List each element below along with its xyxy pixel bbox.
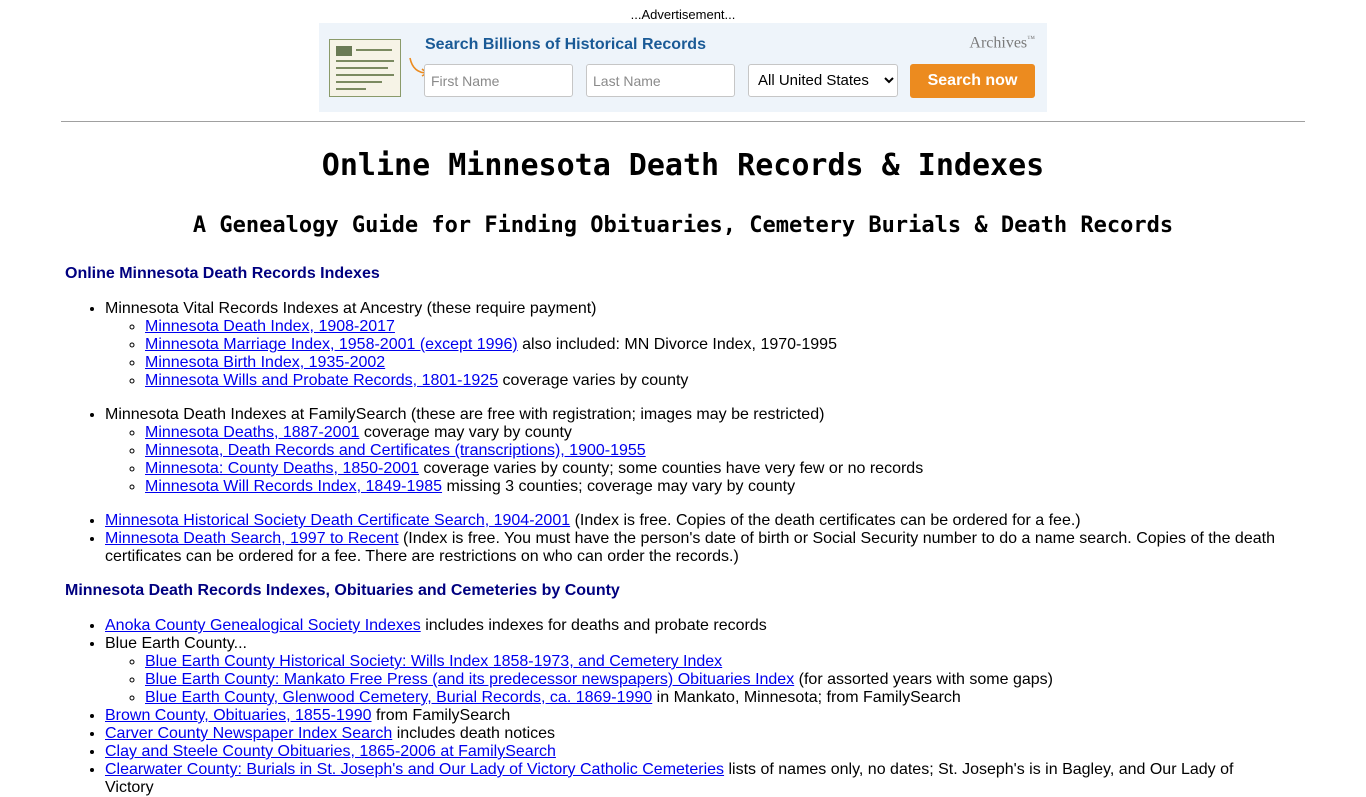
- item-note: (Index is free. Copies of the death cert…: [570, 512, 1081, 529]
- page-subtitle: A Genealogy Guide for Finding Obituaries…: [192, 213, 1174, 238]
- list-item: Minnesota: County Deaths, 1850-2001 cove…: [145, 460, 1285, 478]
- ancestry-description: Minnesota Vital Records Indexes at Ances…: [105, 300, 597, 317]
- list-item: Minnesota Death Index, 1908-2017: [145, 318, 1285, 336]
- item-note: in Mankato, Minnesota; from FamilySearch: [652, 689, 961, 706]
- section-heading-county: Minnesota Death Records Indexes, Obituar…: [65, 582, 620, 599]
- link-mhs-death-certificate[interactable]: Minnesota Historical Society Death Certi…: [105, 512, 570, 529]
- link-mn-birth-index[interactable]: Minnesota Birth Index, 1935-2002: [145, 354, 385, 371]
- list-item: Minnesota Historical Society Death Certi…: [105, 512, 1285, 530]
- item-note: missing 3 counties; coverage may vary by…: [442, 478, 796, 495]
- item-note: includes indexes for deaths and probate …: [420, 617, 767, 634]
- list-item: Brown County, Obituaries, 1855-1990 from…: [105, 707, 1285, 725]
- list-item: Minnesota Birth Index, 1935-2002: [145, 354, 1285, 372]
- link-clearwater-county[interactable]: Clearwater County: Burials in St. Joseph…: [105, 761, 724, 778]
- archives-logo[interactable]: Archives™: [969, 34, 1035, 52]
- statewide-familysearch-list: Minnesota Death Indexes at FamilySearch …: [65, 406, 1285, 496]
- link-mn-death-search[interactable]: Minnesota Death Search, 1997 to Recent: [105, 530, 399, 547]
- advertisement-label: ...Advertisement...: [630, 7, 736, 22]
- list-item: Minnesota Death Search, 1997 to Recent (…: [105, 530, 1285, 566]
- blue-earth-description: Blue Earth County...: [105, 635, 247, 652]
- ad-headline[interactable]: Search Billions of Historical Records: [425, 36, 706, 54]
- list-item: Anoka County Genealogical Society Indexe…: [105, 617, 1285, 635]
- link-carver-county[interactable]: Carver County Newspaper Index Search: [105, 725, 392, 742]
- blue-earth-sublist: Blue Earth County Historical Society: Wi…: [105, 653, 1285, 707]
- item-note: includes death notices: [392, 725, 556, 742]
- location-select[interactable]: All United States: [748, 64, 898, 97]
- link-blue-earth-wills[interactable]: Blue Earth County Historical Society: Wi…: [145, 653, 722, 670]
- link-clay-steele-county[interactable]: Clay and Steele County Obituaries, 1865-…: [105, 743, 556, 760]
- link-anoka-county[interactable]: Anoka County Genealogical Society Indexe…: [105, 617, 421, 634]
- first-name-input[interactable]: [424, 64, 573, 97]
- list-item: Blue Earth County Historical Society: Wi…: [145, 653, 1285, 671]
- link-mn-will-records[interactable]: Minnesota Will Records Index, 1849-1985: [145, 478, 442, 495]
- list-item: Minnesota Will Records Index, 1849-1985 …: [145, 478, 1285, 496]
- list-item: Minnesota Wills and Probate Records, 180…: [145, 372, 1285, 390]
- link-mn-deaths-1887[interactable]: Minnesota Deaths, 1887-2001: [145, 424, 359, 441]
- horizontal-divider: [61, 121, 1305, 122]
- record-document-icon: [329, 39, 401, 97]
- item-note: from FamilySearch: [371, 707, 511, 724]
- link-brown-county[interactable]: Brown County, Obituaries, 1855-1990: [105, 707, 372, 724]
- list-item: Clearwater County: Burials in St. Joseph…: [105, 761, 1285, 797]
- main-content: Online Minnesota Death Records Indexes M…: [65, 265, 1285, 797]
- page-title: Online Minnesota Death Records & Indexes: [321, 148, 1045, 183]
- last-name-input[interactable]: [586, 64, 735, 97]
- county-list: Anoka County Genealogical Society Indexe…: [65, 617, 1285, 797]
- familysearch-description: Minnesota Death Indexes at FamilySearch …: [105, 406, 825, 423]
- statewide-other-list: Minnesota Historical Society Death Certi…: [65, 512, 1285, 566]
- item-note: (for assorted years with some gaps): [794, 671, 1053, 688]
- item-note: coverage may vary by county: [359, 424, 572, 441]
- list-item: Blue Earth County... Blue Earth County H…: [105, 635, 1285, 707]
- list-item: Blue Earth County, Glenwood Cemetery, Bu…: [145, 689, 1285, 707]
- familysearch-sublist: Minnesota Deaths, 1887-2001 coverage may…: [105, 424, 1285, 496]
- section-heading-statewide: Online Minnesota Death Records Indexes: [65, 265, 380, 282]
- link-mn-wills-probate[interactable]: Minnesota Wills and Probate Records, 180…: [145, 372, 498, 389]
- link-blue-earth-obituaries[interactable]: Blue Earth County: Mankato Free Press (a…: [145, 671, 794, 688]
- list-item: Minnesota Vital Records Indexes at Ances…: [105, 300, 1285, 390]
- archives-logo-text: Archives: [969, 34, 1028, 52]
- list-item: Minnesota Death Indexes at FamilySearch …: [105, 406, 1285, 496]
- item-note: coverage varies by county: [498, 372, 689, 389]
- list-item: Blue Earth County: Mankato Free Press (a…: [145, 671, 1285, 689]
- link-mn-marriage-index[interactable]: Minnesota Marriage Index, 1958-2001 (exc…: [145, 336, 518, 353]
- search-now-button[interactable]: Search now: [910, 64, 1035, 98]
- link-mn-death-index[interactable]: Minnesota Death Index, 1908-2017: [145, 318, 395, 335]
- list-item: Minnesota Marriage Index, 1958-2001 (exc…: [145, 336, 1285, 354]
- link-mn-death-certificates[interactable]: Minnesota, Death Records and Certificate…: [145, 442, 646, 459]
- ad-banner[interactable]: Search Billions of Historical Records Ar…: [319, 23, 1047, 112]
- list-item: Minnesota, Death Records and Certificate…: [145, 442, 1285, 460]
- item-note: coverage varies by county; some counties…: [418, 460, 924, 477]
- link-mn-county-deaths[interactable]: Minnesota: County Deaths, 1850-2001: [145, 460, 419, 477]
- list-item: Carver County Newspaper Index Search inc…: [105, 725, 1285, 743]
- list-item: Minnesota Deaths, 1887-2001 coverage may…: [145, 424, 1285, 442]
- link-blue-earth-glenwood[interactable]: Blue Earth County, Glenwood Cemetery, Bu…: [145, 689, 652, 706]
- list-item: Clay and Steele County Obituaries, 1865-…: [105, 743, 1285, 761]
- statewide-ancestry-list: Minnesota Vital Records Indexes at Ances…: [65, 300, 1285, 390]
- ancestry-sublist: Minnesota Death Index, 1908-2017 Minneso…: [105, 318, 1285, 390]
- item-note: also included: MN Divorce Index, 1970-19…: [517, 336, 837, 353]
- trademark-mark: ™: [1027, 34, 1035, 43]
